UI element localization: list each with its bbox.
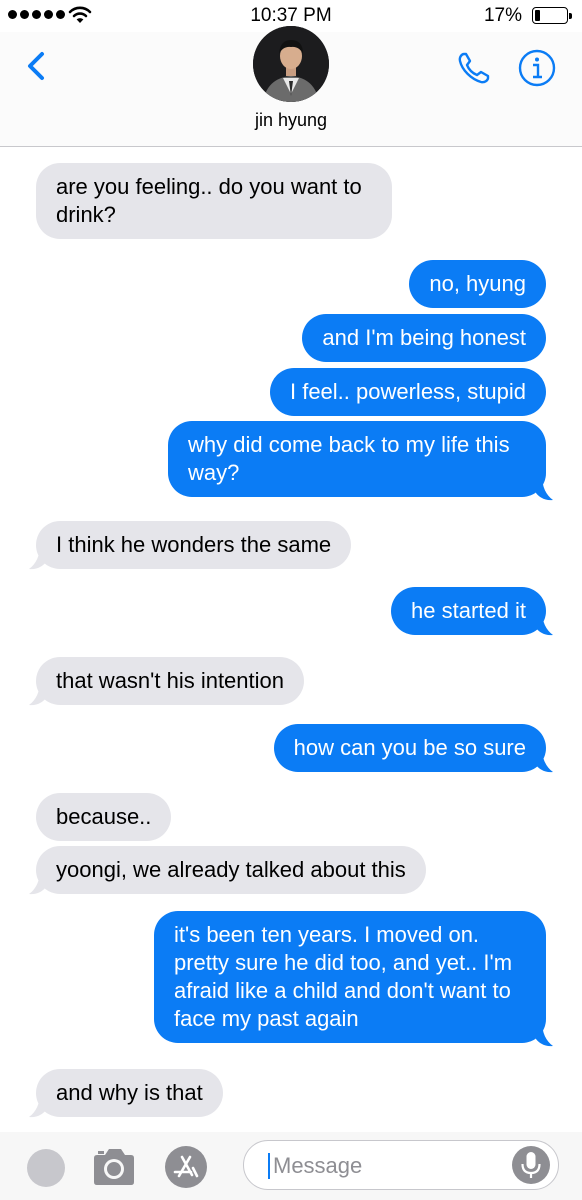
outgoing-message[interactable]: why did come back to my life this way? [168, 421, 546, 497]
incoming-bubble-tail [29, 869, 46, 895]
phone-icon [458, 52, 490, 84]
battery-fill [535, 10, 540, 21]
outgoing-message[interactable]: it's been ten years. I moved on. pretty … [154, 911, 546, 1043]
outgoing-message[interactable]: I feel.. powerless, stupid [269, 368, 546, 416]
app-store-icon [173, 1155, 199, 1178]
microphone-icon [521, 1152, 541, 1178]
camera-icon [94, 1149, 134, 1185]
message-thread: are you feeling.. do you want to drink? … [0, 147, 582, 1132]
incoming-message[interactable]: that wasn't his intention [36, 657, 305, 705]
outgoing-bubble-tail [536, 610, 553, 636]
outgoing-bubble-tail [536, 475, 553, 501]
incoming-message[interactable]: yoongi, we already talked about this [36, 846, 426, 894]
conversation-header: jin hyung [0, 26, 582, 147]
incoming-message[interactable]: are you feeling.. do you want to drink? [36, 163, 392, 239]
apps-button[interactable] [27, 1149, 65, 1187]
outgoing-message[interactable]: no, hyung [409, 260, 546, 308]
outgoing-message[interactable]: how can you be so sure [273, 724, 546, 772]
back-button[interactable] [18, 46, 58, 86]
message-input[interactable]: Message [243, 1140, 559, 1190]
incoming-bubble-tail [29, 1092, 46, 1118]
info-button[interactable] [517, 48, 557, 88]
app-store-button[interactable] [165, 1146, 207, 1188]
avatar-photo [253, 26, 329, 102]
incoming-message[interactable]: I think he wonders the same [36, 521, 352, 569]
compose-bar: Message [0, 1132, 582, 1200]
battery-icon [532, 7, 572, 24]
outgoing-message[interactable]: and I'm being honest [302, 314, 546, 362]
contact-name[interactable]: jin hyung [0, 110, 582, 131]
dictation-button[interactable] [512, 1146, 550, 1184]
incoming-bubble-tail [29, 544, 46, 570]
incoming-bubble-tail [29, 680, 46, 706]
outgoing-bubble-tail [536, 1021, 553, 1047]
incoming-message[interactable]: and why is that [36, 1069, 223, 1117]
call-button[interactable] [454, 48, 494, 88]
camera-button[interactable] [90, 1144, 138, 1190]
outgoing-message[interactable]: he started it [391, 587, 546, 635]
outgoing-bubble-tail [536, 747, 553, 773]
contact-avatar[interactable] [253, 26, 329, 102]
chevron-left-icon [28, 52, 44, 80]
info-icon [518, 49, 556, 87]
message-placeholder: Message [273, 1153, 363, 1178]
incoming-message[interactable]: because.. [36, 793, 172, 841]
battery-percent: 17% [483, 5, 522, 26]
text-cursor [268, 1153, 270, 1179]
